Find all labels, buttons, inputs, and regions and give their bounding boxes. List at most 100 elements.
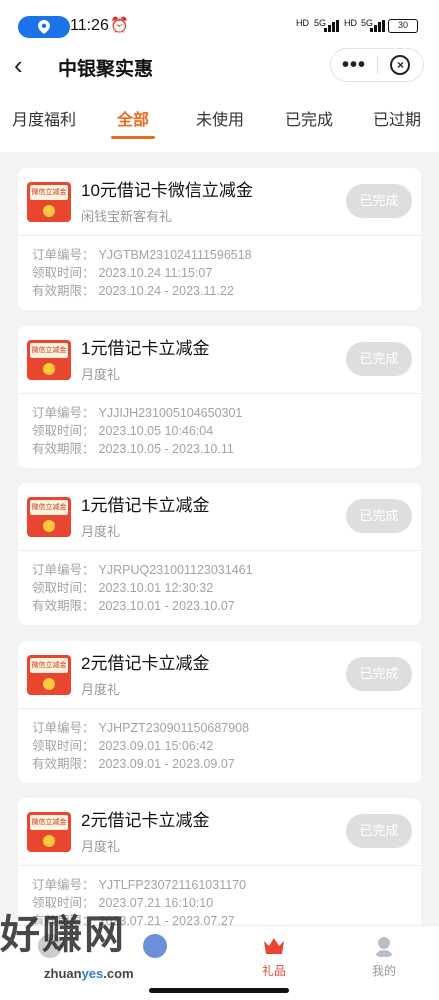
user-icon: [375, 937, 393, 957]
more-button[interactable]: •••: [331, 54, 377, 77]
validity-period: 2023.10.05 - 2023.10.11: [98, 441, 234, 456]
app-header: ‹ 中银聚实惠 ••• ×: [0, 40, 439, 92]
red-envelope-icon: 微信立减金: [27, 497, 71, 537]
coupon-header: 微信立减金 1元借记卡立减金 月度礼 已完成: [18, 483, 421, 551]
validity-period: 2023.10.24 - 2023.11.22: [98, 284, 234, 298]
completed-button[interactable]: 已完成: [346, 184, 412, 218]
claim-time: 2023.10.01 12:30:32: [98, 581, 214, 595]
coupon-source: 月度礼: [81, 366, 121, 382]
coupon-header: 微信立减金 10元借记卡微信立减金 闲钱宝新客有礼 已完成: [18, 168, 421, 236]
envelope-label: 微信立减金: [30, 185, 68, 200]
coin-icon: [43, 520, 55, 532]
battery-icon: 30: [388, 19, 418, 33]
close-icon: ×: [390, 55, 411, 75]
coupon-source: 月度礼: [81, 839, 121, 854]
coupon-details: 订单编号： YJHPZT230901150687908 领取时间： 2023.09.…: [32, 719, 253, 773]
completed-button[interactable]: 已完成: [346, 814, 412, 848]
claim-label: 领取时间：: [32, 266, 95, 280]
tab-completed[interactable]: 已完成: [285, 106, 333, 130]
claim-time: 2023.10.05 10:46:04: [98, 423, 214, 438]
watermark-url-part: .com: [103, 966, 134, 981]
coupon-name: 10元借记卡微信立减金: [81, 181, 253, 200]
order-label: 订单编号：: [32, 878, 95, 892]
back-button[interactable]: ‹: [14, 50, 23, 81]
claim-label: 领取时间：: [32, 738, 95, 753]
nav-item-mine[interactable]: 我的: [354, 934, 414, 979]
claim-time: 2023.10.24 11:15:07: [98, 266, 213, 280]
order-number: YJHPZT230901150687908: [98, 720, 250, 735]
home-indicator[interactable]: [149, 988, 289, 993]
coin-icon: [43, 835, 55, 847]
watermark-url: zhuanyes.com: [44, 966, 134, 981]
order-number: YJGTBM231024111596518: [98, 248, 252, 262]
order-label: 订单编号：: [32, 248, 95, 262]
coupon-card[interactable]: 微信立减金 2元借记卡立减金 月度礼 已完成 订单编号： YJHPZT230901…: [18, 640, 421, 783]
validity-period: 2023.10.01 - 2023.10.07: [98, 599, 235, 613]
coupon-details: 订单编号： YJGTBM231024111596518 领取时间： 2023.10.…: [32, 246, 256, 300]
coupon-source: 月度礼: [81, 681, 121, 697]
coupon-name: 2元借记卡立减金: [81, 811, 210, 830]
crown-icon: [264, 938, 284, 954]
signal-icon: [324, 20, 339, 32]
completed-button[interactable]: 已完成: [346, 341, 412, 376]
coupon-card[interactable]: 微信立减金 1元借记卡立减金 月度礼 已完成 订单编号： YJRPUQ231001…: [18, 483, 421, 625]
validity-period: 2023.09.01 - 2023.09.07: [98, 756, 235, 771]
validity-label: 有效期限：: [32, 599, 95, 613]
coupon-header: 微信立减金 1元借记卡立减金 月度礼 已完成: [18, 326, 421, 394]
coupon-details: 订单编号： YJRPUQ231001123031461 领取时间： 2023.10.…: [32, 561, 257, 615]
coupon-card[interactable]: 微信立减金 10元借记卡微信立减金 闲钱宝新客有礼 已完成 订单编号： YJGTB…: [18, 168, 421, 310]
claim-label: 领取时间：: [32, 423, 95, 438]
clock: 11:26: [70, 17, 109, 34]
close-button[interactable]: ×: [378, 55, 423, 75]
validity-label: 有效期限：: [32, 756, 95, 771]
location-pill: [18, 16, 70, 38]
coin-icon: [43, 362, 55, 375]
nav-label-mine: 我的: [371, 964, 396, 978]
tab-expired[interactable]: 已过期: [373, 106, 421, 130]
validity-label: 有效期限：: [32, 284, 95, 298]
tab-unused[interactable]: 未使用: [196, 106, 244, 130]
coupon-name: 1元借记卡立减金: [81, 338, 210, 358]
coupon-header: 微信立减金 2元借记卡立减金 月度礼 已完成: [18, 641, 421, 709]
page-title: 中银聚实惠: [58, 59, 154, 80]
envelope-label: 微信立减金: [30, 342, 68, 358]
red-envelope-icon: 微信立减金: [27, 654, 71, 695]
completed-button[interactable]: 已完成: [346, 656, 412, 691]
coupon-source: 闲钱宝新客有礼: [81, 209, 173, 224]
nav-label-gift: 礼品: [261, 964, 286, 978]
envelope-label: 微信立减金: [30, 657, 68, 673]
order-number: YJJIJH231005104650301: [98, 405, 243, 420]
tab-monthly-benefit[interactable]: 月度福利: [12, 106, 76, 130]
coin-icon: [43, 677, 55, 690]
order-label: 订单编号：: [32, 563, 95, 577]
coupon-card[interactable]: 微信立减金 1元借记卡立减金 月度礼 已完成 订单编号： YJJIJH231005…: [18, 325, 421, 468]
coupon-name: 2元借记卡立减金: [81, 653, 210, 673]
envelope-label: 微信立减金: [30, 815, 68, 830]
order-label: 订单编号：: [32, 405, 95, 420]
coupon-name: 1元借记卡立减金: [81, 496, 210, 515]
mini-program-capsule: ••• ×: [330, 48, 424, 82]
order-number: YJRPUQ231001123031461: [98, 563, 253, 577]
coupon-source: 月度礼: [81, 524, 121, 539]
watermark-logo: 好赚网: [0, 913, 126, 957]
active-tab-indicator: [111, 136, 155, 139]
tab-all[interactable]: 全部: [117, 106, 149, 130]
order-label: 订单编号：: [32, 720, 95, 735]
coupon-list: 微信立减金 10元借记卡微信立减金 闲钱宝新客有礼 已完成 订单编号： YJGTB…: [18, 168, 421, 956]
watermark-url-part: zhuan: [44, 966, 82, 981]
watermark-url-part: yes: [81, 966, 104, 981]
hd-badge: HD: [296, 18, 309, 28]
claim-time: 2023.09.01 15:06:42: [98, 738, 214, 753]
hd-badge: HD: [344, 18, 357, 28]
completed-button[interactable]: 已完成: [346, 499, 412, 533]
coupon-details: 订单编号： YJJIJH231005104650301 领取时间： 2023.10.…: [32, 404, 246, 458]
envelope-label: 微信立减金: [30, 500, 68, 515]
nav-item-gift[interactable]: 礼品: [244, 934, 304, 979]
red-envelope-icon: 微信立减金: [27, 182, 71, 222]
coin-icon: [43, 205, 55, 217]
claim-label: 领取时间：: [32, 581, 95, 595]
location-icon: [38, 20, 50, 34]
validity-label: 有效期限：: [32, 441, 95, 456]
order-number: YJTLFP230721161031170: [98, 878, 247, 892]
signal-icon: [370, 20, 385, 32]
